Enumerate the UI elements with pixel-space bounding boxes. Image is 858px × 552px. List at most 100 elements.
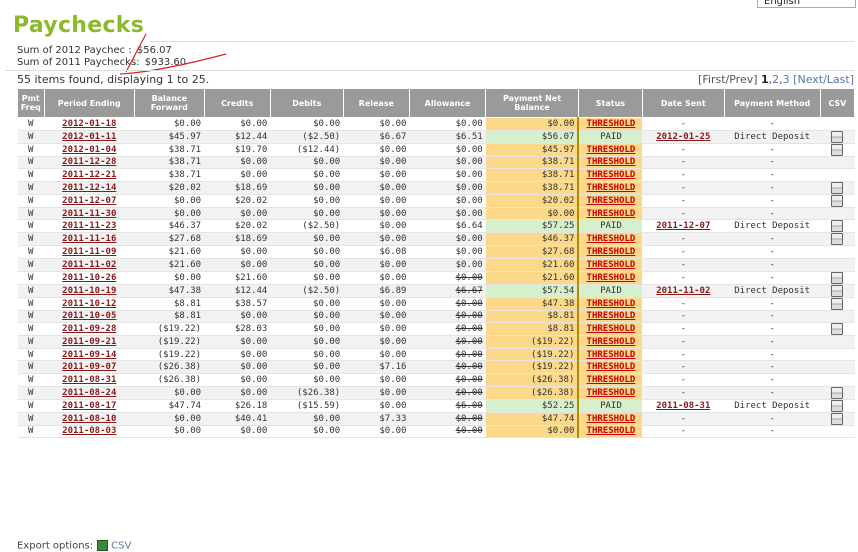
status-threshold-link[interactable]: THRESHOLD: [587, 375, 636, 385]
cell-debits: $0.00: [270, 425, 344, 439]
col-release[interactable]: Release: [342, 88, 410, 118]
period-ending-link[interactable]: 2012-01-11: [62, 132, 116, 142]
release-text: $7.33: [379, 413, 407, 424]
period-ending-link[interactable]: 2011-08-10: [62, 414, 116, 424]
status-threshold-link[interactable]: THRESHOLD: [587, 119, 636, 129]
period-ending-link[interactable]: 2011-12-21: [62, 170, 116, 180]
period-ending-link[interactable]: 2011-11-09: [62, 247, 116, 257]
period-ending-link[interactable]: 2011-11-16: [62, 234, 116, 244]
status-threshold-link[interactable]: THRESHOLD: [587, 209, 636, 219]
cell-net-balance: ($26.38): [485, 373, 579, 387]
status-threshold-link[interactable]: THRESHOLD: [587, 337, 636, 347]
col-payment-method[interactable]: Payment Method: [723, 88, 821, 118]
save-icon[interactable]: [831, 143, 844, 156]
period-ending-link[interactable]: 2011-11-30: [62, 209, 116, 219]
save-icon[interactable]: [831, 323, 844, 335]
date-sent-link[interactable]: 2011-08-31: [656, 401, 710, 411]
cell-status: THRESHOLD: [577, 425, 643, 439]
table-row: W 2011-08-10 $0.00 $40.41 $0.00 $7.33 $0.00 $47…: [17, 412, 855, 426]
save-icon[interactable]: [831, 130, 844, 143]
period-ending-link[interactable]: 2011-10-26: [62, 273, 116, 283]
status-threshold-link[interactable]: THRESHOLD: [587, 247, 636, 257]
cell-date-sent: -: [642, 348, 725, 362]
save-icon[interactable]: [831, 233, 844, 245]
balance-forward-text: ($19.22): [157, 324, 202, 335]
save-icon[interactable]: [831, 284, 844, 297]
status-threshold-link[interactable]: THRESHOLD: [587, 145, 636, 155]
cell-date-sent: -: [642, 232, 725, 247]
period-ending-link[interactable]: 2011-10-05: [62, 311, 116, 321]
date-sent-link[interactable]: 2011-12-07: [656, 221, 710, 231]
cell-freq: W: [17, 232, 44, 247]
freq-text: W: [28, 169, 34, 180]
status-threshold-link[interactable]: THRESHOLD: [587, 311, 636, 321]
period-ending-link[interactable]: 2011-11-02: [62, 260, 116, 270]
save-icon[interactable]: [831, 181, 844, 194]
cell-csv: [820, 156, 855, 170]
table-row: W 2011-08-24 $0.00 $0.00 ($26.38) $0.00 $0.00 (…: [17, 386, 855, 400]
save-icon[interactable]: [831, 271, 844, 284]
status-threshold-link[interactable]: THRESHOLD: [587, 170, 636, 180]
col-debits[interactable]: Debits: [269, 88, 344, 118]
period-ending-link[interactable]: 2011-09-21: [62, 337, 116, 347]
period-ending-link[interactable]: 2011-10-19: [62, 286, 116, 296]
cell-balance-forward: ($26.38): [134, 373, 205, 387]
col-pmt-freq[interactable]: Pmt Freq: [17, 88, 45, 118]
period-ending-link[interactable]: 2011-08-31: [62, 375, 116, 385]
col-allowance[interactable]: Allowance: [408, 88, 487, 118]
col-date-sent[interactable]: Date Sent: [641, 88, 725, 118]
language-select[interactable]: English: [757, 0, 856, 8]
cell-net-balance: $38.71: [485, 181, 579, 195]
release-text: $0.00: [379, 182, 407, 193]
pager-page-3[interactable]: 3: [783, 73, 790, 86]
status-threshold-link[interactable]: THRESHOLD: [587, 388, 636, 398]
period-ending-link[interactable]: 2011-12-14: [62, 183, 116, 193]
col-status[interactable]: Status: [577, 88, 643, 118]
period-ending-link[interactable]: 2012-01-18: [62, 119, 116, 129]
period-ending-link[interactable]: 2011-12-28: [62, 157, 116, 167]
save-icon[interactable]: [831, 220, 844, 232]
col-credits[interactable]: Credits: [203, 88, 271, 118]
cell-payment-method: -: [724, 207, 821, 221]
period-ending-link[interactable]: 2011-09-14: [62, 350, 116, 360]
status-threshold-link[interactable]: THRESHOLD: [587, 234, 636, 244]
status-threshold-link[interactable]: THRESHOLD: [587, 157, 636, 167]
credits-text: $0.00: [240, 208, 268, 219]
period-ending-link[interactable]: 2011-09-07: [62, 362, 116, 372]
status-threshold-link[interactable]: THRESHOLD: [587, 260, 636, 270]
date-sent-link[interactable]: 2012-01-25: [656, 132, 710, 142]
period-ending-link[interactable]: 2011-08-24: [62, 388, 116, 398]
save-icon[interactable]: [831, 297, 844, 310]
period-ending-link[interactable]: 2011-11-23: [62, 221, 116, 231]
cell-balance-forward: $0.00: [134, 207, 205, 221]
period-ending-link[interactable]: 2011-08-03: [62, 426, 116, 436]
period-ending-link[interactable]: 2011-12-07: [62, 196, 116, 206]
export-csv-link[interactable]: CSV: [111, 541, 131, 552]
status-threshold-link[interactable]: THRESHOLD: [587, 299, 636, 309]
cell-allowance: $0.00: [409, 386, 486, 400]
status-threshold-link[interactable]: THRESHOLD: [587, 196, 636, 206]
col-period-ending[interactable]: Period Ending: [43, 88, 136, 118]
period-ending-link[interactable]: 2012-01-04: [62, 145, 116, 155]
date-sent-link[interactable]: 2011-11-02: [656, 286, 710, 296]
status-threshold-link[interactable]: THRESHOLD: [587, 183, 636, 193]
status-threshold-link[interactable]: THRESHOLD: [587, 414, 636, 424]
cell-freq: W: [17, 297, 44, 311]
save-icon[interactable]: [831, 386, 844, 399]
save-icon[interactable]: [831, 194, 844, 207]
status-threshold-link[interactable]: THRESHOLD: [587, 324, 636, 334]
col-payment-net-balance[interactable]: Payment Net Balance: [485, 88, 579, 118]
save-icon[interactable]: [831, 412, 844, 425]
period-ending-link[interactable]: 2011-08-17: [62, 401, 116, 411]
period-ending-link[interactable]: 2011-10-12: [62, 299, 116, 309]
pager-page-2[interactable]: 2: [772, 73, 779, 86]
status-threshold-link[interactable]: THRESHOLD: [587, 426, 636, 436]
cell-debits: $0.00: [270, 322, 344, 337]
save-icon[interactable]: [831, 399, 844, 412]
pager-next-last[interactable]: [Next/Last]: [793, 73, 854, 86]
status-threshold-link[interactable]: THRESHOLD: [587, 362, 636, 372]
status-threshold-link[interactable]: THRESHOLD: [587, 273, 636, 283]
period-ending-link[interactable]: 2011-09-28: [62, 324, 116, 334]
status-threshold-link[interactable]: THRESHOLD: [587, 350, 636, 360]
col-balance-forward[interactable]: Balance Forward: [134, 88, 205, 118]
